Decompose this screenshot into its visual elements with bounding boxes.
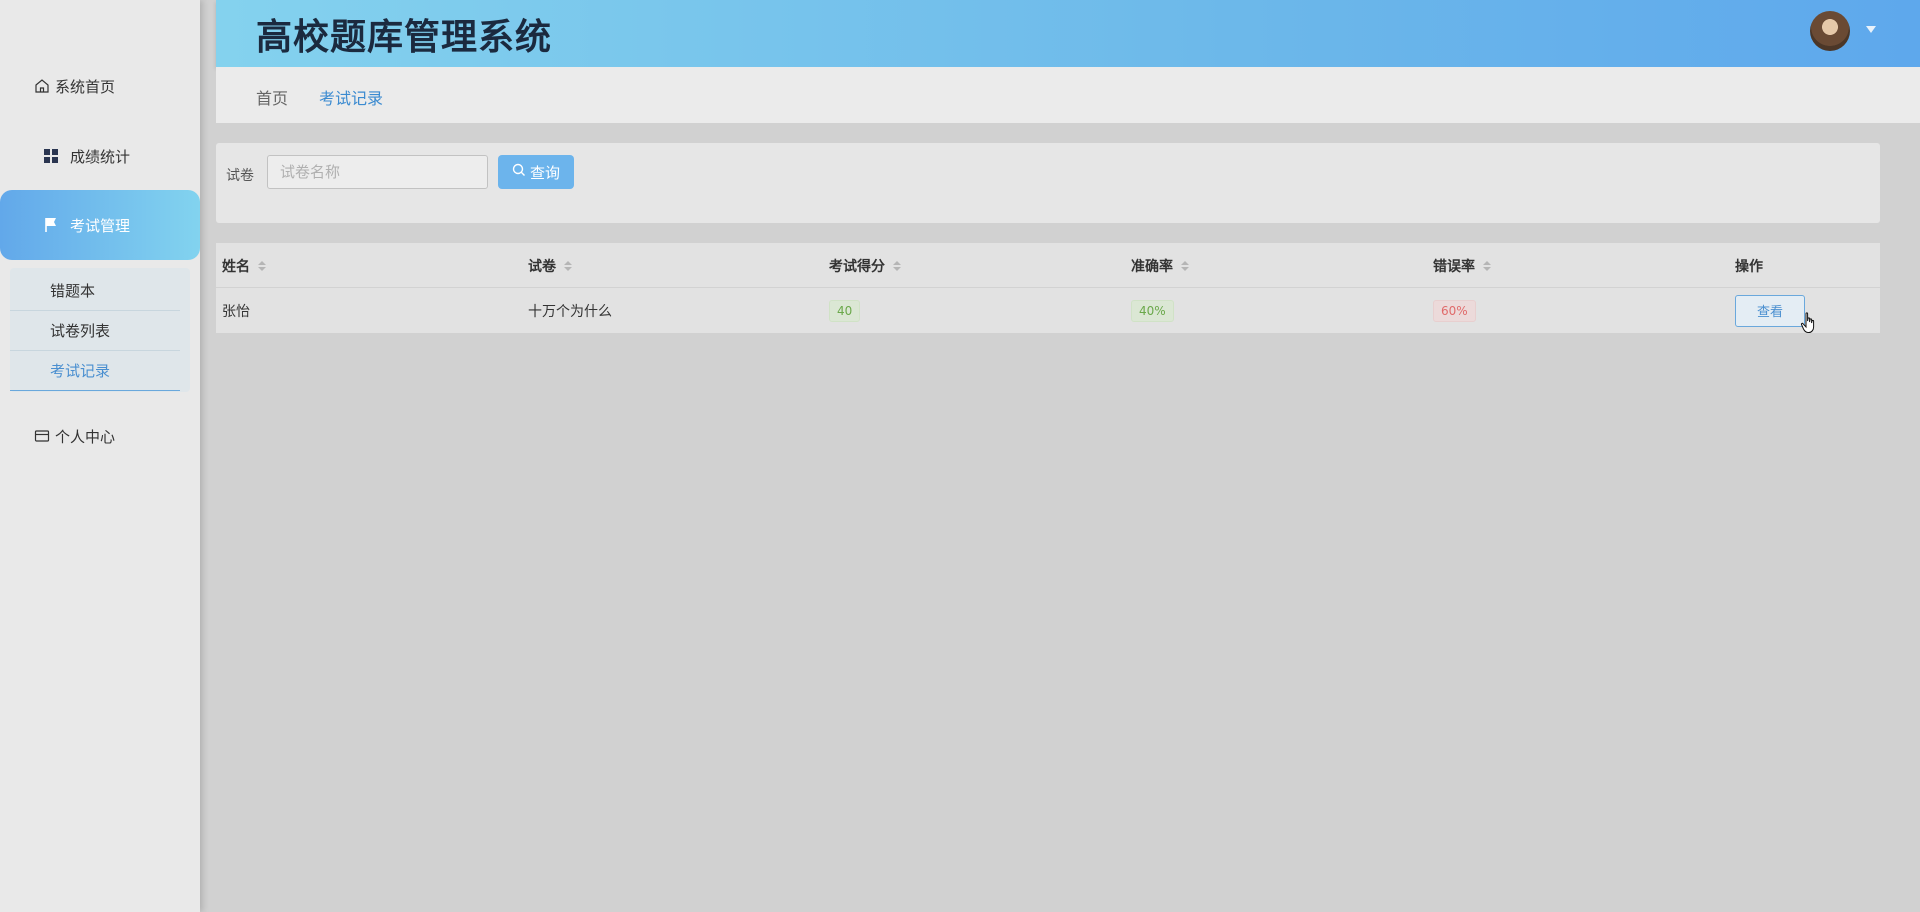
sidebar-item-stats[interactable]: 成绩统计: [0, 131, 200, 181]
column-header-error-rate[interactable]: 错误率: [1433, 243, 1491, 288]
column-header-paper[interactable]: 试卷: [528, 243, 572, 288]
search-button[interactable]: 查询: [498, 155, 574, 189]
table-row: 张怡 十万个为什么 40 40% 60% 查看: [216, 288, 1880, 333]
flag-icon: [42, 216, 60, 234]
sort-icon[interactable]: [258, 260, 266, 271]
hand-cursor-icon: [1800, 312, 1818, 338]
search-button-label: 查询: [529, 163, 560, 182]
table-header-row: 姓名 试卷 考试得分 准确率 错误率 操作: [216, 243, 1880, 288]
exam-records-table: 姓名 试卷 考试得分 准确率 错误率 操作 张怡 十万个为什么 40 40% 6…: [216, 243, 1880, 333]
sort-icon[interactable]: [893, 260, 901, 271]
breadcrumb-current[interactable]: 考试记录: [319, 85, 383, 109]
view-button[interactable]: 查看: [1735, 294, 1805, 327]
submenu-item-paper-list[interactable]: 试卷列表: [10, 311, 180, 351]
submenu-item-wrong-questions[interactable]: 错题本: [10, 271, 180, 311]
search-input[interactable]: [267, 155, 488, 189]
cell-actions: 查看: [1735, 288, 1805, 333]
cell-error-rate: 60%: [1433, 288, 1476, 333]
error-rate-badge: 60%: [1433, 299, 1476, 322]
sidebar-item-exam-management[interactable]: 考试管理: [0, 190, 200, 260]
submenu-item-exam-records[interactable]: 考试记录: [10, 351, 180, 391]
grid-icon: [42, 147, 60, 165]
cell-score: 40: [829, 288, 861, 333]
sidebar-item-personal-center[interactable]: 个人中心: [0, 411, 200, 461]
breadcrumb-home[interactable]: 首页: [256, 85, 288, 109]
search-label: 试卷: [226, 168, 254, 184]
sidebar-item-label: 考试管理: [70, 216, 131, 235]
column-header-label: 操作: [1735, 258, 1763, 275]
breadcrumb: 首页 考试记录: [216, 67, 1920, 123]
app-title: 高校题库管理系统: [256, 17, 553, 58]
accuracy-badge: 40%: [1131, 299, 1174, 322]
column-header-actions: 操作: [1735, 243, 1763, 288]
sort-icon[interactable]: [564, 260, 572, 271]
column-header-label: 考试得分: [829, 258, 885, 275]
home-icon: [33, 77, 51, 95]
avatar[interactable]: [1810, 11, 1850, 51]
sidebar: 系统首页 成绩统计 考试管理 错题本 试卷列表 考试记录 个人中心: [0, 0, 200, 912]
cell-name: 张怡: [222, 303, 250, 320]
search-panel: 试卷 查询: [216, 143, 1880, 223]
search-icon: [512, 163, 526, 181]
sort-icon[interactable]: [1181, 260, 1189, 271]
column-header-label: 试卷: [528, 258, 556, 275]
sidebar-item-label: 成绩统计: [70, 147, 131, 166]
cell-accuracy: 40%: [1131, 288, 1174, 333]
column-header-label: 准确率: [1131, 258, 1173, 275]
score-badge: 40: [829, 299, 861, 322]
sidebar-item-home[interactable]: 系统首页: [0, 61, 200, 111]
card-icon: [33, 427, 51, 445]
sidebar-item-label: 个人中心: [55, 427, 116, 446]
top-header: 高校题库管理系统: [216, 0, 1920, 67]
column-header-score[interactable]: 考试得分: [829, 243, 901, 288]
column-header-label: 姓名: [222, 258, 250, 275]
cell-paper: 十万个为什么: [528, 303, 612, 320]
sidebar-item-label: 系统首页: [55, 77, 116, 96]
column-header-accuracy[interactable]: 准确率: [1131, 243, 1189, 288]
column-header-label: 错误率: [1433, 258, 1475, 275]
chevron-down-icon[interactable]: [1866, 26, 1876, 33]
column-header-name[interactable]: 姓名: [222, 243, 266, 288]
sort-icon[interactable]: [1483, 260, 1491, 271]
